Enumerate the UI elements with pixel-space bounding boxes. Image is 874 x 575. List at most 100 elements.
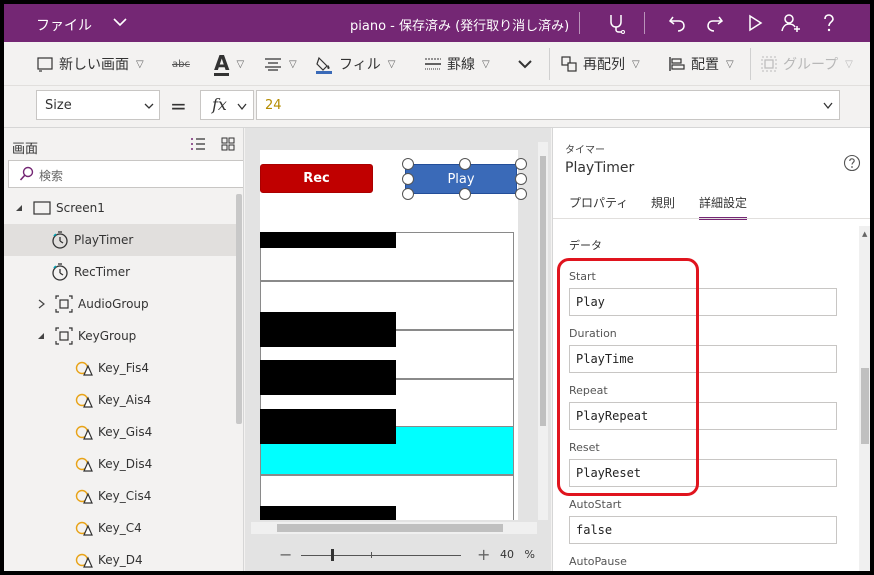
tree-node-key-dis4[interactable]: Key_Dis4 <box>4 448 240 480</box>
zoom-slider-tick <box>371 552 372 558</box>
resize-handle[interactable] <box>515 188 527 200</box>
title-bar: ファイル piano - 保存済み (発行取り消し済み) <box>4 4 870 42</box>
tree-node-screen1[interactable]: Screen1 <box>4 192 240 224</box>
resize-handle[interactable] <box>515 173 527 185</box>
tree-node-label: Key_D4 <box>98 553 143 567</box>
tab-properties[interactable]: プロパティ <box>569 194 628 211</box>
group-label: グループ <box>783 57 839 73</box>
chevron-down-icon[interactable] <box>110 12 130 32</box>
chevron-down-icon: ▽ <box>726 58 734 70</box>
shape-icon <box>75 361 93 376</box>
strikethrough-icon: abc <box>172 58 190 70</box>
scrollbar-thumb[interactable] <box>861 368 869 444</box>
grid-view-icon[interactable] <box>220 136 236 152</box>
list-view-icon[interactable] <box>190 136 206 152</box>
properties-scrollbar[interactable]: ▲ <box>859 226 870 571</box>
canvas-area: Rec Play − + 40 % <box>245 128 551 571</box>
ribbon-toolbar: 新しい画面▽ abc A▽ ▽ フィル▽ 罫線▽ 再配列▽ 配置▽ <box>4 42 870 86</box>
tree-header: 画面 <box>12 142 39 157</box>
piano-black-key[interactable] <box>260 409 396 444</box>
zoom-out-button[interactable]: − <box>279 545 292 564</box>
piano-black-key[interactable] <box>260 360 396 395</box>
rec-button[interactable]: Rec <box>260 164 373 193</box>
tree-node-key-ais4[interactable]: Key_Ais4 <box>4 384 240 416</box>
help-icon[interactable] <box>843 154 861 172</box>
tree-node-label: Key_Gis4 <box>98 425 153 439</box>
border-label: 罫線 <box>447 57 475 73</box>
resize-handle[interactable] <box>515 158 527 170</box>
scrollbar-thumb[interactable] <box>540 156 546 426</box>
tree-node-playtimer[interactable]: PlayTimer <box>4 224 240 256</box>
border-button[interactable]: 罫線 ▽ <box>424 42 490 86</box>
new-screen-button[interactable]: 新しい画面 ▽ <box>36 42 144 86</box>
app-checker-icon[interactable] <box>605 12 627 34</box>
section-data-header: データ <box>569 239 602 252</box>
file-menu[interactable]: ファイル <box>36 15 92 35</box>
tree-node-rectimer[interactable]: RecTimer <box>4 256 240 288</box>
undo-icon[interactable] <box>666 12 688 34</box>
fill-label: フィル <box>339 57 381 73</box>
tree-node-label: RecTimer <box>74 265 131 279</box>
tree-scrollbar[interactable] <box>236 194 242 424</box>
expand-arrow-icon[interactable] <box>36 299 46 309</box>
text-align-button[interactable]: ▽ <box>264 42 297 86</box>
tab-divider <box>553 218 870 219</box>
piano-black-key[interactable] <box>260 506 396 520</box>
redo-icon[interactable] <box>704 12 726 34</box>
collapse-arrow-icon[interactable] <box>14 203 24 213</box>
tree-node-key-cis4[interactable]: Key_Cis4 <box>4 480 240 512</box>
resize-handle[interactable] <box>459 188 471 200</box>
tree-node-key-c4[interactable]: Key_C4 <box>4 512 240 544</box>
resize-handle[interactable] <box>459 158 471 170</box>
resize-handle[interactable] <box>402 158 414 170</box>
formula-input[interactable]: 24 <box>256 90 840 120</box>
align-left-icon <box>669 57 685 71</box>
canvas-horizontal-scrollbar[interactable] <box>251 522 537 534</box>
property-dropdown[interactable]: Size <box>36 90 160 120</box>
tree-node-audiogroup[interactable]: AudioGroup <box>4 288 240 320</box>
app-screen-canvas[interactable]: Rec Play <box>260 150 518 520</box>
tree-node-label: Key_Ais4 <box>98 393 152 407</box>
zoom-level: 40 % <box>500 548 535 561</box>
share-user-icon[interactable] <box>780 12 802 34</box>
chevron-down-icon: ▽ <box>387 58 396 70</box>
reorder-button[interactable]: 再配列 ▽ <box>560 42 640 86</box>
ribbon-more-button[interactable] <box>516 42 534 86</box>
strikethrough-button[interactable]: abc <box>172 42 190 86</box>
tree-node-label: KeyGroup <box>78 329 137 343</box>
collapse-arrow-icon[interactable] <box>36 331 46 341</box>
piano-black-key[interactable] <box>260 232 396 248</box>
fx-button[interactable]: fx <box>200 90 254 120</box>
autostart-input[interactable]: false <box>569 516 837 544</box>
group-icon <box>55 327 73 345</box>
group-button[interactable]: グループ ▽ <box>760 42 853 86</box>
zoom-slider[interactable] <box>301 555 461 556</box>
scrollbar-thumb[interactable] <box>277 524 503 532</box>
help-icon[interactable] <box>818 12 840 34</box>
shape-icon <box>75 553 93 568</box>
tree-node-key-d4[interactable]: Key_D4 <box>4 544 240 571</box>
resize-handle[interactable] <box>402 188 414 200</box>
chevron-down-icon: ▽ <box>289 58 297 70</box>
tree-node-keygroup[interactable]: KeyGroup <box>4 320 240 352</box>
tree-node-key-fis4[interactable]: Key_Fis4 <box>4 352 240 384</box>
group-icon <box>761 56 777 72</box>
tree-search-input[interactable]: 検索 <box>8 160 243 188</box>
align-button[interactable]: 配置 ▽ <box>668 42 734 86</box>
group-icon <box>55 295 73 313</box>
fill-button[interactable]: フィル ▽ <box>314 42 395 86</box>
search-placeholder: 検索 <box>39 169 64 183</box>
play-preview-icon[interactable] <box>744 12 766 34</box>
tree-node-key-gis4[interactable]: Key_Gis4 <box>4 416 240 448</box>
align-label: 配置 <box>691 57 719 73</box>
piano-black-key[interactable] <box>260 312 396 347</box>
canvas-vertical-scrollbar[interactable] <box>538 142 548 520</box>
chevron-down-icon: ▽ <box>845 58 853 70</box>
resize-handle[interactable] <box>402 173 414 185</box>
tab-advanced[interactable]: 詳細設定 <box>699 194 748 220</box>
scroll-up-arrow-icon[interactable]: ▲ <box>862 230 867 238</box>
tab-rules[interactable]: 規則 <box>651 194 675 211</box>
zoom-in-button[interactable]: + <box>477 545 490 564</box>
zoom-slider-knob[interactable] <box>331 549 334 561</box>
font-color-button[interactable]: A ▽ <box>214 42 244 86</box>
